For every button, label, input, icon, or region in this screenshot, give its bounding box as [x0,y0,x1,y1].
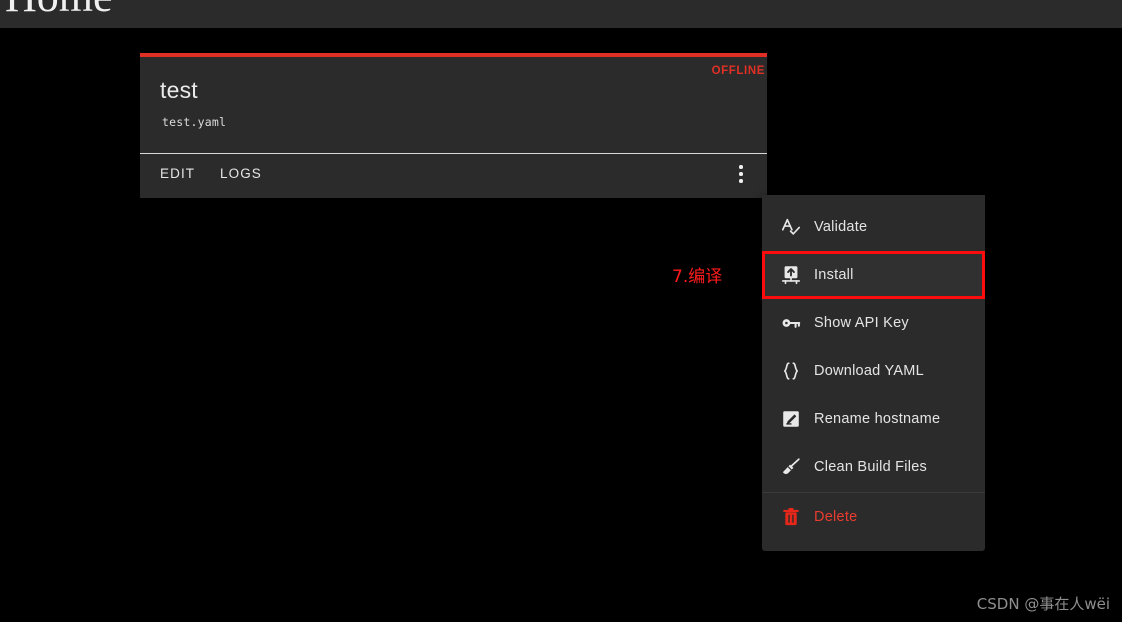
menu-item-label: Rename hostname [814,411,941,427]
menu-item-install[interactable]: Install [762,251,985,299]
status-badge: OFFLINE [711,65,765,77]
menu-item-label: Delete [814,509,858,525]
menu-item-label: Clean Build Files [814,459,928,475]
menu-item-validate[interactable]: Validate [762,203,985,251]
kebab-menu-icon[interactable] [731,165,751,187]
logs-button[interactable]: LOGS [220,166,262,181]
menu-item-label: Install [814,267,854,283]
menu-item-show-api-key[interactable]: Show API Key [762,299,985,347]
node-card: OFFLINE test test.yaml EDIT LOGS [140,53,767,198]
menu-item-download-yaml[interactable]: Download YAML [762,347,985,395]
broom-icon [780,456,814,478]
pencil-square-icon [780,408,814,430]
kebab-dot [739,165,743,169]
trash-icon [780,506,814,528]
kebab-dot [739,179,743,183]
edit-button[interactable]: EDIT [160,166,195,181]
annotation-label: 7.编译 [672,267,723,287]
node-name: test [160,77,198,103]
watermark: CSDN @事在人wёi [976,595,1110,613]
menu-item-label: Show API Key [814,315,909,331]
app-header-bar: Home [0,0,1122,28]
menu-item-rename-hostname[interactable]: Rename hostname [762,395,985,443]
key-icon [780,312,814,334]
menu-item-label: Download YAML [814,363,924,379]
node-context-menu: Validate Install Show API Key Download Y… [762,195,985,551]
page-title: Home [5,0,113,19]
kebab-dot [739,172,743,176]
menu-item-delete[interactable]: Delete [762,493,985,541]
spellcheck-icon [780,216,814,238]
node-card-actions: EDIT LOGS [140,154,767,198]
screen: Home OFFLINE test test.yaml EDIT LOGS 7.… [0,0,1122,622]
braces-icon [780,360,814,382]
node-card-body: OFFLINE test test.yaml [140,57,767,153]
menu-item-label: Validate [814,219,868,235]
install-upload-icon [780,264,814,286]
menu-item-clean-build-files[interactable]: Clean Build Files [762,443,985,491]
node-filename: test.yaml [162,115,227,129]
